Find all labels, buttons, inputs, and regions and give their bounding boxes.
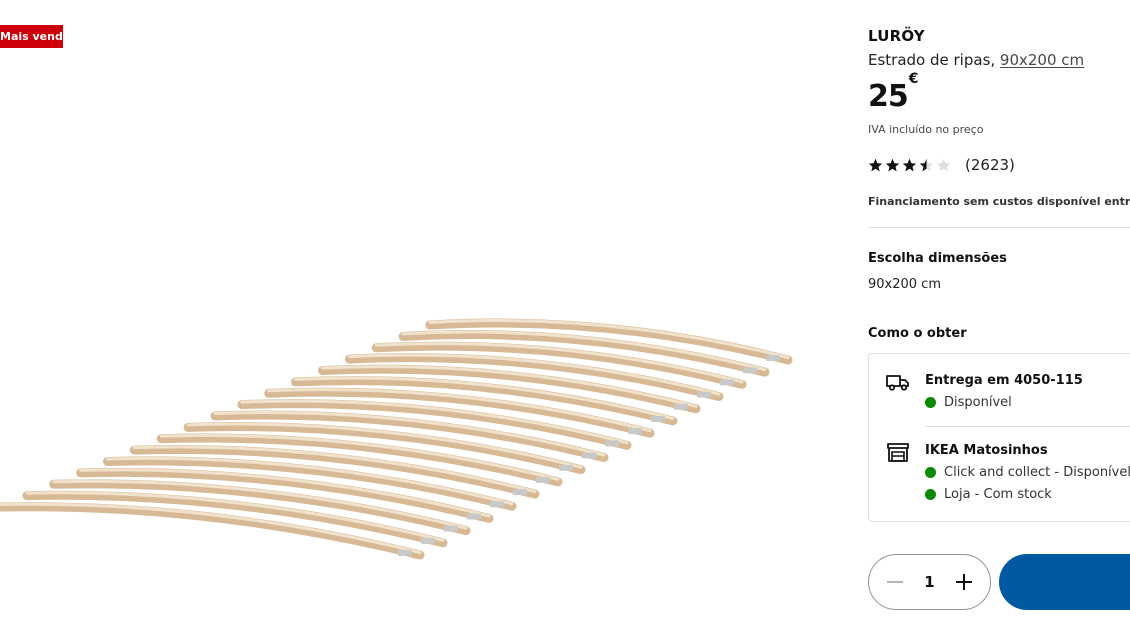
increase-quantity-button[interactable] xyxy=(956,574,972,590)
truck-icon xyxy=(886,375,909,391)
availability-box: Entrega em 4050-115 Disponível IKEA Mato… xyxy=(868,353,1130,522)
star-icon xyxy=(919,158,934,171)
delivery-status-label: Disponível xyxy=(944,395,1012,410)
product-name: LURÖY xyxy=(868,27,925,45)
store-title: IKEA Matosinhos xyxy=(925,443,1048,458)
price-currency: € xyxy=(908,71,919,87)
quantity-value: 1 xyxy=(924,573,935,591)
store-status: Click and collect - Disponível xyxy=(925,465,1130,480)
price-value: 25 xyxy=(868,79,909,114)
product-size-link[interactable]: 90x200 cm xyxy=(1000,51,1084,69)
store-status: Loja - Com stock xyxy=(925,487,1052,502)
rating-stars xyxy=(868,158,951,173)
status-dot xyxy=(925,489,936,500)
store-status-label: Click and collect - Disponível xyxy=(944,465,1130,480)
store-icon xyxy=(887,443,909,462)
decrease-quantity-button[interactable] xyxy=(887,581,903,583)
status-dot xyxy=(925,467,936,478)
vat-note: IVA incluído no preço xyxy=(868,123,984,136)
divider xyxy=(868,227,1130,228)
product-image[interactable] xyxy=(0,300,800,600)
delivery-status: Disponível xyxy=(925,395,1012,410)
dimensions-title: Escolha dimensões xyxy=(868,251,1007,266)
star-icon xyxy=(936,158,951,171)
rating[interactable]: (2623) xyxy=(868,156,1015,174)
product-info-panel: LURÖY Estrado de ripas, 90x200 cm 25€ IV… xyxy=(868,0,1130,641)
financing-note: Financiamento sem custos disponível entr… xyxy=(868,195,1130,208)
star-icon xyxy=(868,158,883,171)
dimensions-value[interactable]: 90x200 cm xyxy=(868,277,941,292)
star-icon xyxy=(885,158,900,171)
divider xyxy=(925,426,1130,427)
product-description: Estrado de ripas, 90x200 cm xyxy=(868,51,1084,69)
obtain-title: Como o obter xyxy=(868,326,967,341)
rating-count: (2623) xyxy=(965,156,1015,174)
product-type: Estrado de ripas, xyxy=(868,51,1000,69)
status-dot xyxy=(925,397,936,408)
add-to-cart-button[interactable] xyxy=(999,554,1130,610)
delivery-title: Entrega em 4050-115 xyxy=(925,373,1083,388)
quantity-stepper[interactable]: 1 xyxy=(868,554,991,610)
store-status-label: Loja - Com stock xyxy=(944,487,1052,502)
product-price: 25€ xyxy=(868,71,918,114)
star-icon xyxy=(902,158,917,171)
best-seller-badge: Mais vendido xyxy=(0,25,63,48)
